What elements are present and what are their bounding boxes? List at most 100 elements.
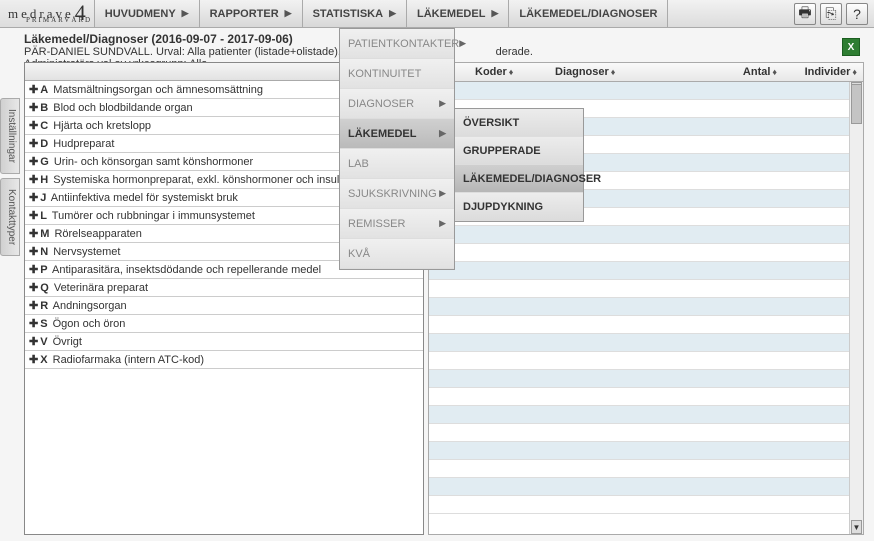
scroll-thumb[interactable] xyxy=(851,84,862,124)
atc-row-R[interactable]: ✚R Andningsorgan xyxy=(25,297,423,315)
plus-icon: ✚ xyxy=(29,120,38,132)
table-row xyxy=(429,82,863,100)
menu-item-remisser[interactable]: REMISSER▶ xyxy=(340,209,454,239)
atc-code: G xyxy=(40,156,49,168)
chevron-right-icon: ▶ xyxy=(285,8,292,19)
col-antal[interactable]: Antal♦ xyxy=(713,66,783,78)
menu-item-label: SJUKSKRIVNING xyxy=(348,188,437,200)
crumb-label: STATISTISKA xyxy=(313,8,383,20)
app-logo: medrave 4 PRIMÄRVÅRD xyxy=(0,0,95,27)
table-row xyxy=(429,226,863,244)
menu-item-kvå[interactable]: KVÅ xyxy=(340,239,454,269)
atc-code: V xyxy=(40,336,47,348)
chevron-right-icon: ▶ xyxy=(439,188,446,199)
table-row xyxy=(429,334,863,352)
exit-icon[interactable]: ⎘ xyxy=(820,3,842,25)
col-diagnoser[interactable]: Diagnoser♦ xyxy=(549,66,713,78)
atc-row-X[interactable]: ✚X Radiofarmaka (intern ATC-kod) xyxy=(25,351,423,369)
rail-tab-inställningar[interactable]: Inställningar xyxy=(0,98,20,174)
menu-item-sjukskrivning[interactable]: SJUKSKRIVNING▶ xyxy=(340,179,454,209)
chevron-right-icon: ▶ xyxy=(439,218,446,229)
atc-label: Antiparasitära, insektsdödande och repel… xyxy=(50,264,322,276)
menu-item-label: DIAGNOSER xyxy=(348,98,414,110)
plus-icon: ✚ xyxy=(29,246,38,258)
submenu-item-översikt[interactable]: ÖVERSIKT xyxy=(455,109,583,137)
menu-item-patientkontakter[interactable]: PATIENTKONTAKTER▶ xyxy=(340,29,454,59)
toolbar-right: 🖶 ⎘ ? xyxy=(788,0,874,27)
chevron-right-icon: ▶ xyxy=(182,8,189,19)
atc-label: Matsmältningsorgan och ämnesomsättning xyxy=(50,84,263,96)
breadcrumb: HUVUDMENY▶RAPPORTER▶STATISTISKA▶LÄKEMEDE… xyxy=(95,0,669,27)
print-icon[interactable]: 🖶 xyxy=(794,3,816,25)
atc-row-V[interactable]: ✚V Övrigt xyxy=(25,333,423,351)
table-row xyxy=(429,370,863,388)
crumb-statistiska[interactable]: STATISTISKA ▶ xyxy=(303,0,407,27)
submenu-item-label: DJUPDYKNING xyxy=(463,201,543,213)
atc-label: Tumörer och rubbningar i immunsystemet xyxy=(49,210,255,222)
atc-code: J xyxy=(40,192,46,204)
col-koder[interactable]: Koder♦ xyxy=(469,66,549,78)
side-rail: Inställningar Kontakttyper xyxy=(0,98,20,256)
rail-tab-kontakttyper[interactable]: Kontakttyper xyxy=(0,178,20,256)
atc-code: D xyxy=(40,138,48,150)
atc-label: Blod och blodbildande organ xyxy=(50,102,193,114)
plus-icon: ✚ xyxy=(29,138,38,150)
menu-item-label: LÄKEMEDEL xyxy=(348,128,416,140)
atc-label: Nervsystemet xyxy=(50,246,120,258)
statistics-menu: PATIENTKONTAKTER▶KONTINUITETDIAGNOSER▶LÄ… xyxy=(339,28,455,270)
chevron-right-icon: ▶ xyxy=(439,128,446,139)
atc-code: B xyxy=(40,102,48,114)
menu-item-lab[interactable]: LAB xyxy=(340,149,454,179)
atc-row-S[interactable]: ✚S Ögon och öron xyxy=(25,315,423,333)
menu-item-diagnoser[interactable]: DIAGNOSER ▶ xyxy=(340,89,454,119)
atc-row-Q[interactable]: ✚Q Veterinära preparat xyxy=(25,279,423,297)
atc-label: Veterinära preparat xyxy=(51,282,148,294)
submenu-item-grupperade[interactable]: GRUPPERADE xyxy=(455,137,583,165)
plus-icon: ✚ xyxy=(29,318,38,330)
atc-label: Antiinfektiva medel för systemiskt bruk xyxy=(48,192,238,204)
plus-icon: ✚ xyxy=(29,210,38,222)
plus-icon: ✚ xyxy=(29,282,38,294)
plus-icon: ✚ xyxy=(29,228,38,240)
chevron-right-icon: ▶ xyxy=(389,8,396,19)
menu-item-läkemedel[interactable]: LÄKEMEDEL ▶ xyxy=(340,119,454,149)
menu-item-label: KVÅ xyxy=(348,248,370,260)
submenu-item-label: ÖVERSIKT xyxy=(463,117,519,129)
table-row xyxy=(429,478,863,496)
plus-icon: ✚ xyxy=(29,174,38,186)
crumb-rapporter[interactable]: RAPPORTER▶ xyxy=(200,0,303,27)
plus-icon: ✚ xyxy=(29,192,38,204)
menu-item-kontinuitet[interactable]: KONTINUITET xyxy=(340,59,454,89)
atc-label: Systemiska hormonpreparat, exkl. könshor… xyxy=(50,174,358,186)
atc-code: C xyxy=(40,120,48,132)
lakemedel-submenu: ÖVERSIKT GRUPPERADELÄKEMEDEL/DIAGNOSER DJU… xyxy=(454,108,584,222)
scroll-down-icon[interactable]: ▼ xyxy=(851,520,862,534)
atc-label: Ögon och öron xyxy=(50,318,126,330)
table-row xyxy=(429,388,863,406)
plus-icon: ✚ xyxy=(29,264,38,276)
atc-code: L xyxy=(40,210,47,222)
table-row xyxy=(429,298,863,316)
atc-label: Urin- och könsorgan samt könshormoner xyxy=(51,156,253,168)
help-icon[interactable]: ? xyxy=(846,3,868,25)
table-row xyxy=(429,262,863,280)
plus-icon: ✚ xyxy=(29,102,38,114)
atc-code: M xyxy=(40,228,49,240)
col-individer[interactable]: Individer♦ xyxy=(783,66,863,78)
table-row xyxy=(429,406,863,424)
chevron-right-icon: ▶ xyxy=(491,8,498,19)
grid-scrollbar[interactable]: ▲ ▼ xyxy=(849,82,863,534)
plus-icon: ✚ xyxy=(29,156,38,168)
crumb-huvudmeny[interactable]: HUVUDMENY▶ xyxy=(95,0,200,27)
submenu-item-label: LÄKEMEDEL/DIAGNOSER xyxy=(463,173,601,185)
chevron-right-icon: ▶ xyxy=(439,98,446,109)
crumb-läkemedel[interactable]: LÄKEMEDEL ▶ xyxy=(407,0,509,27)
crumb-läkemedel/diagnoser[interactable]: LÄKEMEDEL/DIAGNOSER xyxy=(509,0,668,27)
crumb-label: LÄKEMEDEL xyxy=(417,8,485,20)
submenu-item-läkemedel-diagnoser[interactable]: LÄKEMEDEL/DIAGNOSER xyxy=(455,165,583,193)
atc-label: Andningsorgan xyxy=(50,300,126,312)
submenu-item-djupdykning[interactable]: DJUPDYKNING xyxy=(455,193,583,221)
atc-code: S xyxy=(40,318,47,330)
excel-export-icon[interactable]: X xyxy=(842,38,860,56)
table-row xyxy=(429,280,863,298)
